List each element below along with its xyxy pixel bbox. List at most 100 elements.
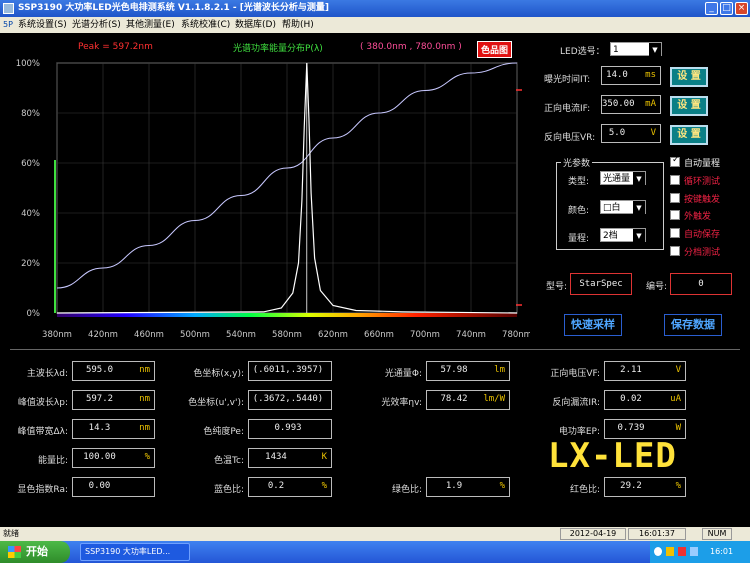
vf-value: 2.11: [620, 365, 642, 375]
range-select[interactable]: 2档 ▼: [600, 228, 646, 243]
flux-value: 57.98: [440, 365, 468, 375]
ext-trigger-checkbox[interactable]: [670, 210, 680, 220]
model-value: StarSpec: [579, 279, 623, 289]
menu-bar: 5P 系统设置(S) 光谱分析(S) 其他测量(E) 系统校准(C) 数据库(D…: [0, 17, 750, 33]
x-tick-label: 540nm: [226, 330, 256, 340]
xy-field: (.6011,.3957): [248, 361, 332, 381]
led-select-value: 1: [613, 45, 619, 55]
ep-unit: W: [675, 423, 681, 433]
menu-database[interactable]: 数据库(D): [235, 17, 276, 33]
flux-unit: lm: [494, 365, 505, 375]
red-ratio-unit: %: [675, 481, 681, 491]
cri-label: 显色指数Ra:: [17, 485, 68, 495]
taskbar: 开始 SSP3190 大功率LED... 16:01: [0, 541, 750, 563]
current-field[interactable]: 350.00 mA: [601, 95, 661, 114]
efficacy-unit: lm/W: [483, 394, 505, 404]
close-button[interactable]: ×: [735, 2, 748, 15]
ir-field: 0.02 uA: [604, 390, 686, 410]
window-title: SSP3190 大功率LED光色电排测系统 V1.1.8.2.1 - [光谱波长…: [18, 3, 330, 13]
x-tick-label: 660nm: [364, 330, 394, 340]
security-icon[interactable]: [678, 547, 686, 556]
save-data-button[interactable]: 保存数据: [664, 314, 722, 336]
menu-help[interactable]: 帮助(H): [282, 17, 314, 33]
start-button[interactable]: 开始: [0, 541, 70, 563]
range-label: 量程:: [568, 234, 590, 244]
led-select-label: LED选号：: [560, 47, 605, 57]
chevron-down-icon: ▼: [633, 172, 645, 186]
model-field[interactable]: StarSpec: [570, 273, 632, 295]
purity-label: 色纯度Pe:: [203, 427, 244, 437]
auto-save-label: 自动保存: [684, 230, 721, 240]
number-field[interactable]: 0: [670, 273, 732, 295]
bandwidth-field: 14.3 nm: [72, 419, 155, 439]
auto-range-checkbox[interactable]: ✓: [670, 155, 680, 167]
menu-system-settings[interactable]: 系统设置(S): [18, 17, 67, 33]
uv-field: (.3672,.5440): [248, 390, 332, 410]
voltage-value: 5.0: [608, 128, 626, 138]
divider: [10, 349, 740, 350]
menu-spectrum-analysis[interactable]: 光谱分析(S): [72, 17, 121, 33]
volume-icon[interactable]: [690, 547, 698, 556]
cri-field: 0.00: [72, 477, 155, 497]
ep-value: 0.739: [617, 423, 645, 433]
windows-logo-icon: [8, 546, 21, 558]
cct-field: 1434 K: [248, 448, 332, 468]
type-select[interactable]: 光通量 ▼: [600, 171, 646, 186]
menu-system-calibration[interactable]: 系统校准(C): [181, 17, 230, 33]
maximize-button[interactable]: □: [720, 2, 733, 15]
dominant-wl-value: 595.0: [85, 365, 114, 375]
check-icon: ✓: [672, 155, 680, 165]
chevron-down-icon: ▼: [633, 229, 645, 243]
param-group-title: 光参数: [561, 156, 593, 169]
taskbar-app-item[interactable]: SSP3190 大功率LED...: [80, 543, 190, 561]
x-tick-label: 500nm: [180, 330, 210, 340]
set-exposure-button[interactable]: 设 置: [670, 67, 708, 87]
peak-wl-unit: nm: [139, 394, 150, 404]
exposure-field[interactable]: 14.0 ms: [601, 66, 661, 85]
bin-test-checkbox[interactable]: [670, 246, 680, 256]
brand-watermark: LX-LED: [548, 436, 677, 476]
energy-ratio-unit: %: [144, 452, 150, 462]
flux-label: 光通量Φ:: [384, 369, 422, 379]
set-current-button[interactable]: 设 置: [670, 96, 708, 116]
efficacy-field: 78.42 lm/W: [426, 390, 510, 410]
x-tick-label: 780nm: [502, 330, 530, 340]
status-bar: 就绪 2012-04-19 16:01:37 NUM: [0, 527, 750, 541]
bandwidth-value: 14.3: [88, 423, 111, 433]
voltage-field[interactable]: 5.0 V: [601, 124, 661, 143]
dominant-wl-unit: nm: [139, 365, 150, 375]
flux-field: 57.98 lm: [426, 361, 510, 381]
loop-test-label: 循环测试: [684, 177, 721, 187]
xy-value: (.6011,.3957): [252, 365, 324, 375]
bandwidth-unit: nm: [139, 423, 150, 433]
y-tick-label: 40%: [21, 209, 40, 219]
range-select-value: 2档: [603, 231, 618, 241]
type-select-value: 光通量: [603, 174, 631, 184]
color-select[interactable]: □白 ▼: [600, 200, 646, 215]
key-trigger-checkbox[interactable]: [670, 193, 680, 203]
color-select-value: □白: [603, 203, 621, 213]
menu-other-measure[interactable]: 其他测量(E): [126, 17, 175, 33]
network-icon[interactable]: [666, 547, 674, 556]
minimize-button[interactable]: _: [705, 2, 718, 15]
vf-field: 2.11 V: [604, 361, 686, 381]
led-select[interactable]: 1 ▼: [610, 42, 662, 57]
loop-test-checkbox[interactable]: [670, 175, 680, 185]
voltage-label: 反向电压VR:: [544, 133, 596, 143]
auto-save-checkbox[interactable]: [670, 228, 680, 238]
number-value: 0: [698, 279, 704, 289]
exposure-value: 14.0: [606, 70, 628, 80]
status-text: 就绪: [3, 529, 19, 538]
sys-menu-icon[interactable]: 5P: [3, 20, 13, 30]
chart-range: ( 380.0nm , 780.0nm ): [360, 42, 462, 52]
dominant-wl-label: 主波长λd:: [26, 369, 68, 379]
help-icon[interactable]: [654, 547, 662, 556]
fast-sample-button[interactable]: 快速采样: [564, 314, 622, 336]
set-voltage-button[interactable]: 设 置: [670, 125, 708, 145]
bandwidth-label: 峰值带宽Δλ:: [17, 427, 68, 437]
current-value: 350.00: [602, 99, 635, 109]
energy-ratio-field: 100.00%: [72, 448, 155, 468]
y-tick-label: 100%: [16, 59, 40, 69]
status-num: NUM: [702, 528, 732, 540]
dominant-wl-field: 595.0 nm: [72, 361, 155, 381]
